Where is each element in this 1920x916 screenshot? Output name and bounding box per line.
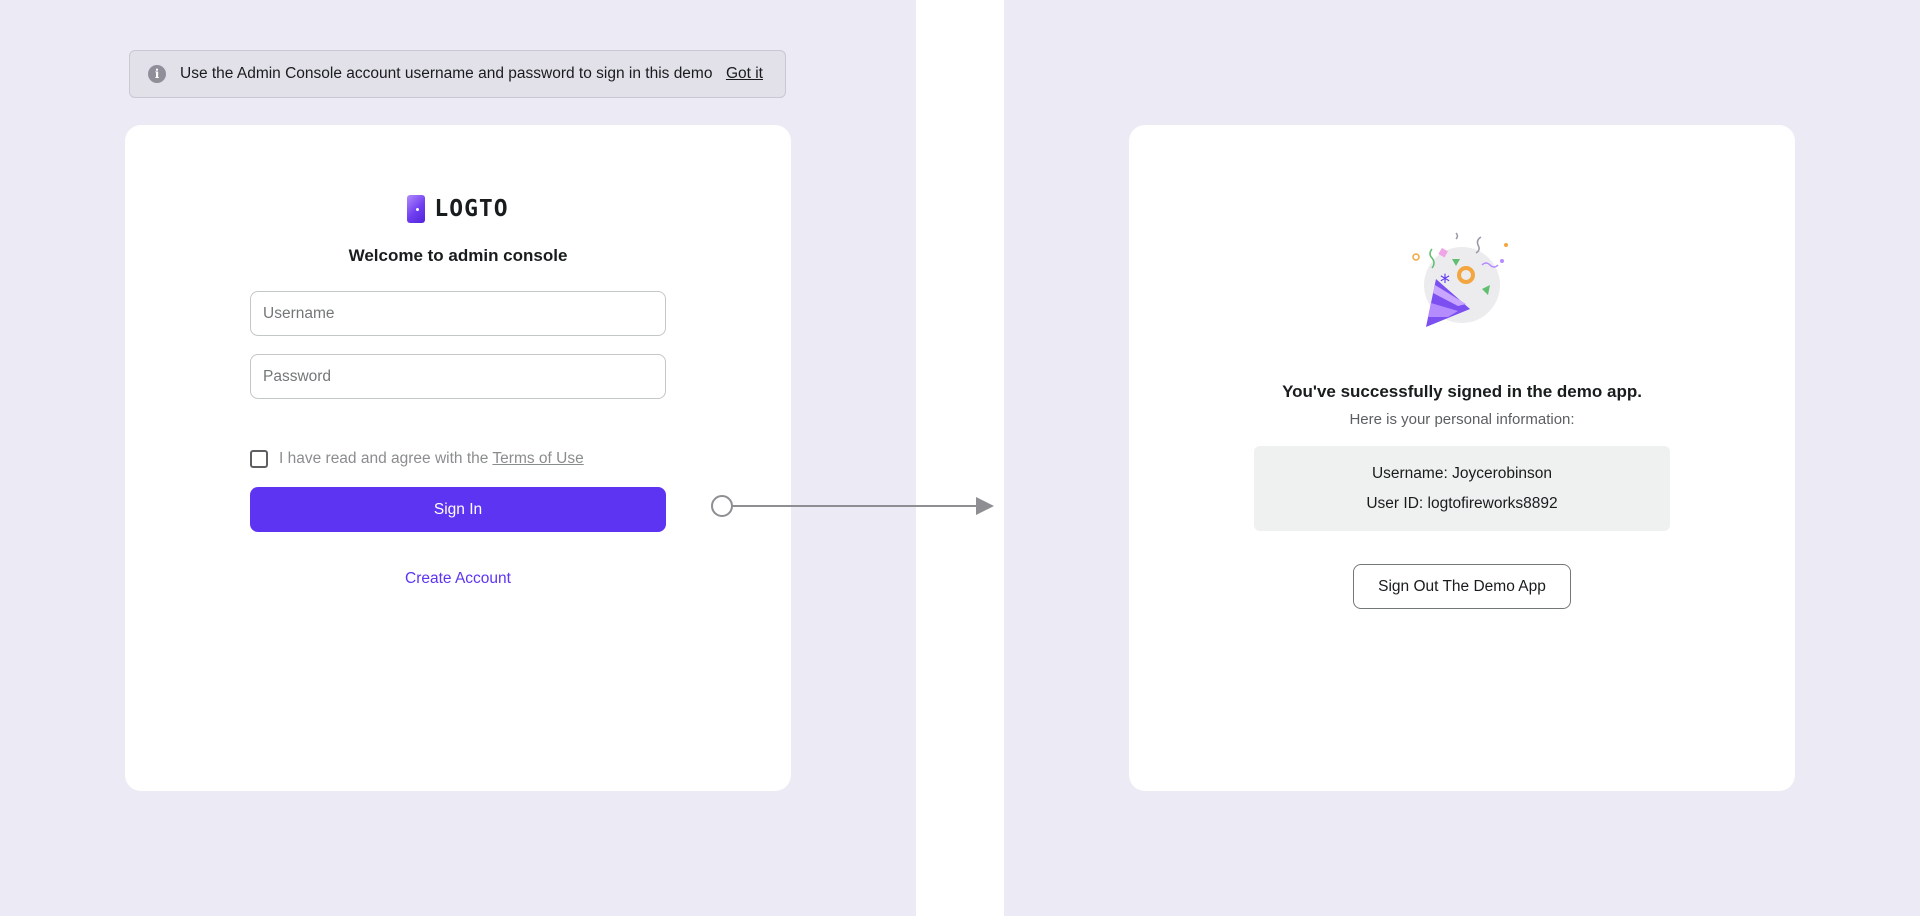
- create-account-link[interactable]: Create Account: [125, 570, 791, 588]
- username-input[interactable]: [250, 291, 666, 336]
- userid-label: User ID:: [1366, 494, 1424, 512]
- logo-text: LOGTO: [434, 196, 509, 222]
- success-title: You've successfully signed in the demo a…: [1282, 382, 1642, 401]
- notice-banner: i Use the Admin Console account username…: [129, 50, 786, 98]
- username-value: Joycerobinson: [1452, 464, 1553, 482]
- logto-logo: LOGTO: [125, 195, 791, 223]
- terms-text: I have read and agree with the: [279, 450, 489, 467]
- flow-arrow-icon: [711, 495, 994, 517]
- terms-checkbox[interactable]: [250, 450, 268, 468]
- party-popper-icon: *: [1129, 227, 1795, 339]
- welcome-heading: Welcome to admin console: [348, 246, 568, 265]
- got-it-link[interactable]: Got it: [726, 65, 763, 83]
- password-input[interactable]: [250, 354, 666, 399]
- success-card: * You've successfully signed in the demo…: [1129, 125, 1795, 791]
- notice-text: Use the Admin Console account username a…: [180, 65, 713, 82]
- signin-card: LOGTO Welcome to admin console I have re…: [125, 125, 791, 791]
- terms-agreement: I have read and agree with the Terms of …: [250, 450, 584, 468]
- logto-door-icon: [407, 195, 426, 223]
- userid-value: logtofireworks8892: [1427, 494, 1558, 512]
- personal-info-box: Username: Joycerobinson User ID: logtofi…: [1254, 446, 1670, 531]
- sign-in-button[interactable]: Sign In: [250, 487, 666, 532]
- success-subtitle: Here is your personal information:: [1349, 411, 1575, 428]
- svg-text:*: *: [1440, 270, 1450, 294]
- userid-row: User ID: logtofireworks8892: [1366, 495, 1557, 513]
- username-row: Username: Joycerobinson: [1372, 465, 1552, 483]
- sign-out-button[interactable]: Sign Out The Demo App: [1353, 564, 1571, 609]
- terms-of-use-link[interactable]: Terms of Use: [492, 450, 583, 468]
- info-icon: i: [148, 65, 166, 83]
- username-label: Username:: [1371, 464, 1448, 482]
